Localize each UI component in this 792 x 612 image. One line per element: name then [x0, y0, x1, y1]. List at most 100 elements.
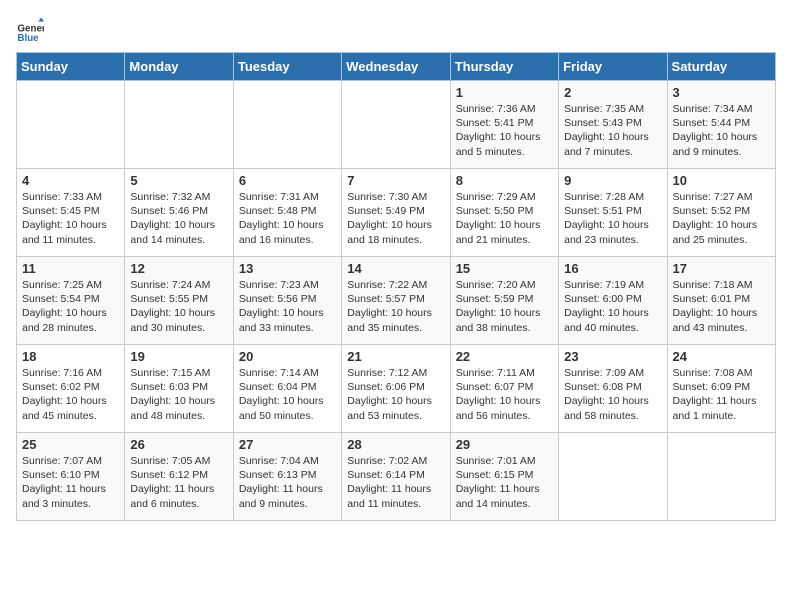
- calendar-cell: 27 Sunrise: 7:04 AM Sunset: 6:13 PM Dayli…: [233, 433, 341, 521]
- day-number: 23: [564, 349, 661, 364]
- calendar-week-row: 11 Sunrise: 7:25 AM Sunset: 5:54 PM Dayli…: [17, 257, 776, 345]
- calendar-week-row: 18 Sunrise: 7:16 AM Sunset: 6:02 PM Dayli…: [17, 345, 776, 433]
- calendar-cell: 10Sunrise: 7:27 AM Sunset: 5:52 PM Dayli…: [667, 169, 775, 257]
- day-info: Sunrise: 7:02 AM Sunset: 6:14 PM Dayligh…: [347, 454, 444, 511]
- calendar-cell: 29Sunrise: 7:01 AM Sunset: 6:15 PM Dayli…: [450, 433, 558, 521]
- day-info: Sunrise: 7:29 AM Sunset: 5:50 PM Dayligh…: [456, 190, 553, 247]
- calendar-cell: 1 Sunrise: 7:36 AM Sunset: 5:41 PM Daylig…: [450, 81, 558, 169]
- calendar-cell: 15 Sunrise: 7:20 AM Sunset: 5:59 PM Dayli…: [450, 257, 558, 345]
- day-number: 15: [456, 261, 553, 276]
- day-info: Sunrise: 7:30 AM Sunset: 5:49 PM Dayligh…: [347, 190, 444, 247]
- calendar-cell: 28Sunrise: 7:02 AM Sunset: 6:14 PM Dayli…: [342, 433, 450, 521]
- calendar-cell: 18 Sunrise: 7:16 AM Sunset: 6:02 PM Dayli…: [17, 345, 125, 433]
- day-info: Sunrise: 7:11 AM Sunset: 6:07 PM Dayligh…: [456, 366, 553, 423]
- day-number: 21: [347, 349, 444, 364]
- day-info: Sunrise: 7:09 AM Sunset: 6:08 PM Dayligh…: [564, 366, 661, 423]
- logo-icon: General Blue: [16, 16, 44, 44]
- day-number: 3: [673, 85, 770, 100]
- day-number: 22: [456, 349, 553, 364]
- calendar-cell: 11 Sunrise: 7:25 AM Sunset: 5:54 PM Dayli…: [17, 257, 125, 345]
- calendar-cell: [667, 433, 775, 521]
- day-info: Sunrise: 7:07 AM Sunset: 6:10 PM Dayligh…: [22, 454, 119, 511]
- day-number: 9: [564, 173, 661, 188]
- calendar-cell: 21 Sunrise: 7:12 AM Sunset: 6:06 PM Dayli…: [342, 345, 450, 433]
- calendar-table: SundayMondayTuesdayWednesdayThursdayFrid…: [16, 52, 776, 521]
- day-info: Sunrise: 7:08 AM Sunset: 6:09 PM Dayligh…: [673, 366, 770, 423]
- calendar-cell: 24 Sunrise: 7:08 AM Sunset: 6:09 PM Dayli…: [667, 345, 775, 433]
- day-number: 7: [347, 173, 444, 188]
- day-number: 8: [456, 173, 553, 188]
- day-number: 25: [22, 437, 119, 452]
- day-info: Sunrise: 7:25 AM Sunset: 5:54 PM Dayligh…: [22, 278, 119, 335]
- day-number: 13: [239, 261, 336, 276]
- day-number: 10: [673, 173, 770, 188]
- day-info: Sunrise: 7:18 AM Sunset: 6:01 PM Dayligh…: [673, 278, 770, 335]
- day-info: Sunrise: 7:04 AM Sunset: 6:13 PM Dayligh…: [239, 454, 336, 511]
- day-number: 26: [130, 437, 227, 452]
- day-number: 17: [673, 261, 770, 276]
- weekday-header: Sunday: [17, 53, 125, 81]
- calendar-cell: [233, 81, 341, 169]
- weekday-header: Wednesday: [342, 53, 450, 81]
- day-info: Sunrise: 7:34 AM Sunset: 5:44 PM Dayligh…: [673, 102, 770, 159]
- day-number: 6: [239, 173, 336, 188]
- day-number: 2: [564, 85, 661, 100]
- calendar-week-row: 4 Sunrise: 7:33 AM Sunset: 5:45 PM Daylig…: [17, 169, 776, 257]
- day-number: 14: [347, 261, 444, 276]
- calendar-cell: 3 Sunrise: 7:34 AM Sunset: 5:44 PM Daylig…: [667, 81, 775, 169]
- calendar-cell: 22 Sunrise: 7:11 AM Sunset: 6:07 PM Dayli…: [450, 345, 558, 433]
- day-number: 27: [239, 437, 336, 452]
- day-number: 1: [456, 85, 553, 100]
- calendar-cell: 19Sunrise: 7:15 AM Sunset: 6:03 PM Dayli…: [125, 345, 233, 433]
- calendar-cell: 2 Sunrise: 7:35 AM Sunset: 5:43 PM Daylig…: [559, 81, 667, 169]
- weekday-header-row: SundayMondayTuesdayWednesdayThursdayFrid…: [17, 53, 776, 81]
- day-info: Sunrise: 7:12 AM Sunset: 6:06 PM Dayligh…: [347, 366, 444, 423]
- calendar-cell: 25 Sunrise: 7:07 AM Sunset: 6:10 PM Dayli…: [17, 433, 125, 521]
- day-number: 5: [130, 173, 227, 188]
- weekday-header: Friday: [559, 53, 667, 81]
- day-info: Sunrise: 7:33 AM Sunset: 5:45 PM Dayligh…: [22, 190, 119, 247]
- day-info: Sunrise: 7:36 AM Sunset: 5:41 PM Dayligh…: [456, 102, 553, 159]
- calendar-cell: 4 Sunrise: 7:33 AM Sunset: 5:45 PM Daylig…: [17, 169, 125, 257]
- calendar-week-row: 25 Sunrise: 7:07 AM Sunset: 6:10 PM Dayli…: [17, 433, 776, 521]
- day-number: 12: [130, 261, 227, 276]
- day-info: Sunrise: 7:32 AM Sunset: 5:46 PM Dayligh…: [130, 190, 227, 247]
- day-number: 19: [130, 349, 227, 364]
- calendar-cell: 13 Sunrise: 7:23 AM Sunset: 5:56 PM Dayli…: [233, 257, 341, 345]
- day-info: Sunrise: 7:16 AM Sunset: 6:02 PM Dayligh…: [22, 366, 119, 423]
- page-header: General Blue: [16, 16, 776, 44]
- day-info: Sunrise: 7:23 AM Sunset: 5:56 PM Dayligh…: [239, 278, 336, 335]
- calendar-cell: 9 Sunrise: 7:28 AM Sunset: 5:51 PM Daylig…: [559, 169, 667, 257]
- calendar-cell: 6Sunrise: 7:31 AM Sunset: 5:48 PM Daylig…: [233, 169, 341, 257]
- calendar-cell: 14 Sunrise: 7:22 AM Sunset: 5:57 PM Dayli…: [342, 257, 450, 345]
- day-info: Sunrise: 7:20 AM Sunset: 5:59 PM Dayligh…: [456, 278, 553, 335]
- weekday-header: Thursday: [450, 53, 558, 81]
- calendar-cell: 26 Sunrise: 7:05 AM Sunset: 6:12 PM Dayli…: [125, 433, 233, 521]
- day-info: Sunrise: 7:14 AM Sunset: 6:04 PM Dayligh…: [239, 366, 336, 423]
- calendar-cell: 7 Sunrise: 7:30 AM Sunset: 5:49 PM Daylig…: [342, 169, 450, 257]
- calendar-cell: [342, 81, 450, 169]
- day-info: Sunrise: 7:22 AM Sunset: 5:57 PM Dayligh…: [347, 278, 444, 335]
- calendar-cell: 20Sunrise: 7:14 AM Sunset: 6:04 PM Dayli…: [233, 345, 341, 433]
- calendar-week-row: 1 Sunrise: 7:36 AM Sunset: 5:41 PM Daylig…: [17, 81, 776, 169]
- calendar-cell: 16Sunrise: 7:19 AM Sunset: 6:00 PM Dayli…: [559, 257, 667, 345]
- day-number: 11: [22, 261, 119, 276]
- day-number: 24: [673, 349, 770, 364]
- day-number: 4: [22, 173, 119, 188]
- day-info: Sunrise: 7:24 AM Sunset: 5:55 PM Dayligh…: [130, 278, 227, 335]
- day-info: Sunrise: 7:28 AM Sunset: 5:51 PM Dayligh…: [564, 190, 661, 247]
- weekday-header: Tuesday: [233, 53, 341, 81]
- day-number: 18: [22, 349, 119, 364]
- calendar-cell: 12 Sunrise: 7:24 AM Sunset: 5:55 PM Dayli…: [125, 257, 233, 345]
- day-info: Sunrise: 7:35 AM Sunset: 5:43 PM Dayligh…: [564, 102, 661, 159]
- calendar-cell: 8 Sunrise: 7:29 AM Sunset: 5:50 PM Daylig…: [450, 169, 558, 257]
- calendar-cell: 17 Sunrise: 7:18 AM Sunset: 6:01 PM Dayli…: [667, 257, 775, 345]
- svg-text:Blue: Blue: [17, 33, 39, 44]
- weekday-header: Monday: [125, 53, 233, 81]
- day-number: 16: [564, 261, 661, 276]
- calendar-cell: 5 Sunrise: 7:32 AM Sunset: 5:46 PM Daylig…: [125, 169, 233, 257]
- day-info: Sunrise: 7:05 AM Sunset: 6:12 PM Dayligh…: [130, 454, 227, 511]
- calendar-cell: [559, 433, 667, 521]
- day-number: 29: [456, 437, 553, 452]
- weekday-header: Saturday: [667, 53, 775, 81]
